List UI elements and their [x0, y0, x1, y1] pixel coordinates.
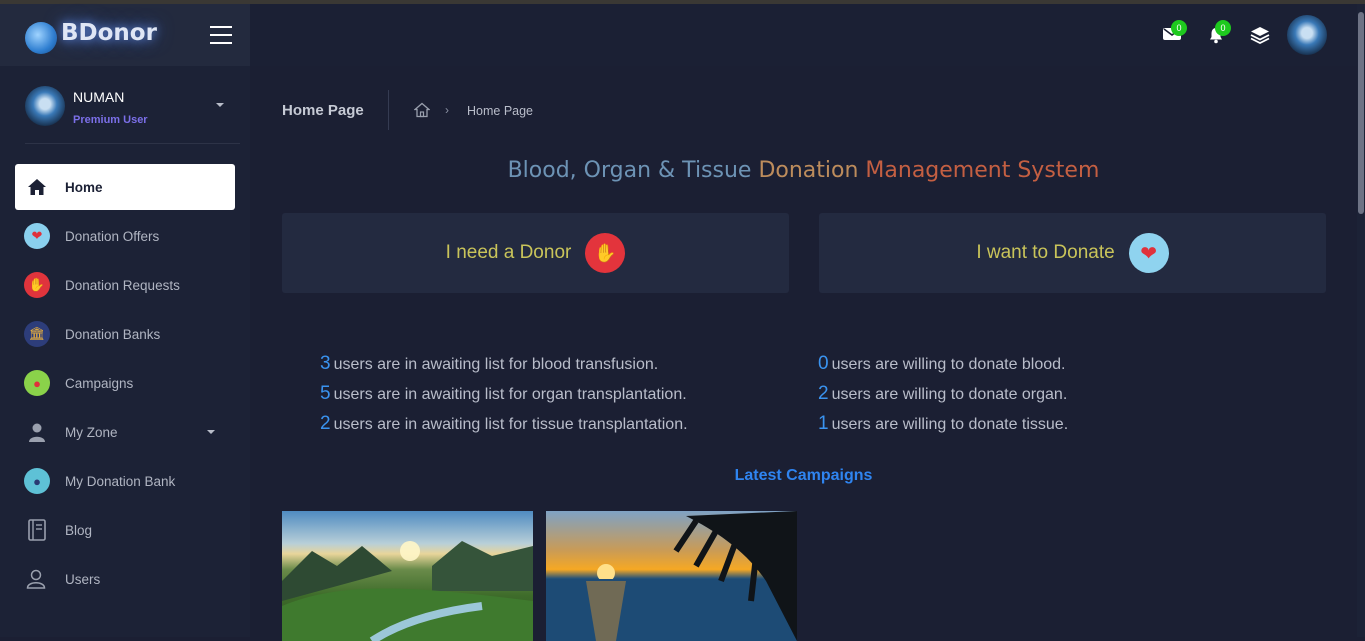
stat-text: users are in awaiting list for organ tra…: [333, 386, 687, 403]
top-header: 0 0: [250, 4, 1357, 66]
sidebar-item-label: Donation Banks: [65, 326, 161, 342]
sidebar-item-blog[interactable]: Blog: [15, 507, 235, 553]
stat-number: 5: [320, 383, 331, 404]
stat-awaiting-blood: 3 users are in awaiting list for blood tr…: [320, 353, 658, 375]
donation-bank-icon: ●: [24, 468, 50, 494]
campaign-icon: ●: [24, 370, 50, 396]
stat-number: 1: [818, 413, 829, 434]
menu-toggle-button[interactable]: [210, 26, 232, 44]
sidebar-item-label: Donation Offers: [65, 228, 160, 244]
need-donor-card[interactable]: I need a Donor ✋: [282, 213, 789, 293]
notification-count-badge: 0: [1215, 20, 1231, 36]
sidebar-item-label: My Donation Bank: [65, 473, 176, 489]
logo-icon: [25, 22, 57, 54]
sidebar-item-my-zone[interactable]: My Zone: [15, 409, 235, 455]
mail-count-badge: 0: [1171, 20, 1187, 36]
sidebar-item-home[interactable]: Home: [15, 164, 235, 210]
sidebar-item-label: Blog: [65, 522, 93, 538]
stat-number: 0: [818, 353, 829, 374]
chevron-down-icon: [207, 430, 215, 434]
stat-number: 2: [818, 383, 829, 404]
headline-part-3: Management System: [865, 158, 1100, 183]
breadcrumb-divider: [388, 90, 389, 130]
sidebar-item-campaigns[interactable]: ● Campaigns: [15, 360, 235, 406]
layers-icon: [1250, 27, 1270, 45]
header-avatar[interactable]: [1287, 15, 1327, 55]
system-headline: Blood, Organ & Tissue Donation Managemen…: [282, 158, 1325, 183]
latest-campaigns-title: Latest Campaigns: [734, 467, 873, 484]
user-role: Premium User: [73, 114, 148, 126]
want-donate-card[interactable]: I want to Donate ❤: [819, 213, 1326, 293]
blog-icon: [24, 517, 50, 543]
stat-text: users are willing to donate blood.: [831, 356, 1066, 373]
user-menu-caret-icon[interactable]: [216, 103, 224, 107]
campaign-image[interactable]: [282, 511, 533, 641]
sidebar-item-label: Home: [65, 179, 103, 195]
sidebar: NUMAN Premium User Home ❤ Donation Offer…: [0, 66, 250, 637]
mail-button[interactable]: 0: [1161, 20, 1187, 48]
page-scrollbar[interactable]: [1357, 4, 1365, 637]
breadcrumb-chevron-icon: ›: [445, 103, 449, 117]
stat-text: users are willing to donate tissue.: [831, 416, 1069, 433]
stat-willing-tissue: 1 users are willing to donate tissue.: [818, 413, 1068, 435]
user-icon: [24, 419, 50, 445]
sidebar-item-label: Campaigns: [65, 375, 134, 391]
layers-button[interactable]: [1249, 26, 1271, 48]
heart-offer-icon: ❤: [1128, 233, 1169, 273]
heart-offer-icon: ❤: [24, 223, 50, 249]
stat-text: users are willing to donate organ.: [831, 386, 1068, 403]
sidebar-item-label: Users: [65, 571, 101, 587]
users-icon: [24, 566, 50, 592]
sidebar-item-donation-requests[interactable]: ✋ Donation Requests: [15, 262, 235, 308]
stat-awaiting-tissue: 2 users are in awaiting list for tissue t…: [320, 413, 688, 435]
headline-part-2: Donation: [758, 158, 859, 183]
stat-number: 3: [320, 353, 331, 374]
sidebar-item-label: Donation Requests: [65, 277, 180, 293]
hand-request-icon: ✋: [24, 272, 50, 298]
sidebar-item-donation-offers[interactable]: ❤ Donation Offers: [15, 213, 235, 259]
stat-willing-organ: 2 users are willing to donate organ.: [818, 383, 1067, 405]
sidebar-item-label: My Zone: [65, 424, 118, 440]
home-icon: [24, 174, 50, 200]
stat-willing-blood: 0 users are willing to donate blood.: [818, 353, 1066, 375]
user-avatar[interactable]: [25, 86, 65, 126]
stat-text: users are in awaiting list for tissue tr…: [333, 416, 688, 433]
stat-text: users are in awaiting list for blood tra…: [333, 356, 659, 373]
brand-area: BDonor: [0, 4, 250, 66]
headline-part-1: Blood, Organ & Tissue: [507, 158, 752, 183]
user-name[interactable]: NUMAN: [73, 89, 124, 105]
brand-name[interactable]: BDonor: [61, 20, 157, 46]
stat-awaiting-organ: 5 users are in awaiting list for organ tr…: [320, 383, 687, 405]
breadcrumb-current: Home Page: [467, 104, 534, 118]
hand-request-icon: ✋: [585, 233, 626, 273]
campaign-image[interactable]: [546, 511, 797, 641]
sidebar-item-my-donation-bank[interactable]: ● My Donation Bank: [15, 458, 235, 504]
page-title: Home Page: [282, 102, 364, 119]
sidebar-item-donation-banks[interactable]: 🏛 Donation Banks: [15, 311, 235, 357]
stat-number: 2: [320, 413, 331, 434]
bank-icon: 🏛: [24, 321, 50, 347]
scrollbar-thumb[interactable]: [1358, 12, 1364, 214]
notifications-button[interactable]: 0: [1205, 20, 1231, 48]
sidebar-divider: [25, 143, 240, 144]
want-donate-label: I want to Donate: [976, 242, 1115, 263]
breadcrumb-home-icon[interactable]: [413, 102, 431, 118]
sidebar-item-users[interactable]: Users: [15, 556, 235, 602]
need-donor-label: I need a Donor: [445, 242, 572, 263]
